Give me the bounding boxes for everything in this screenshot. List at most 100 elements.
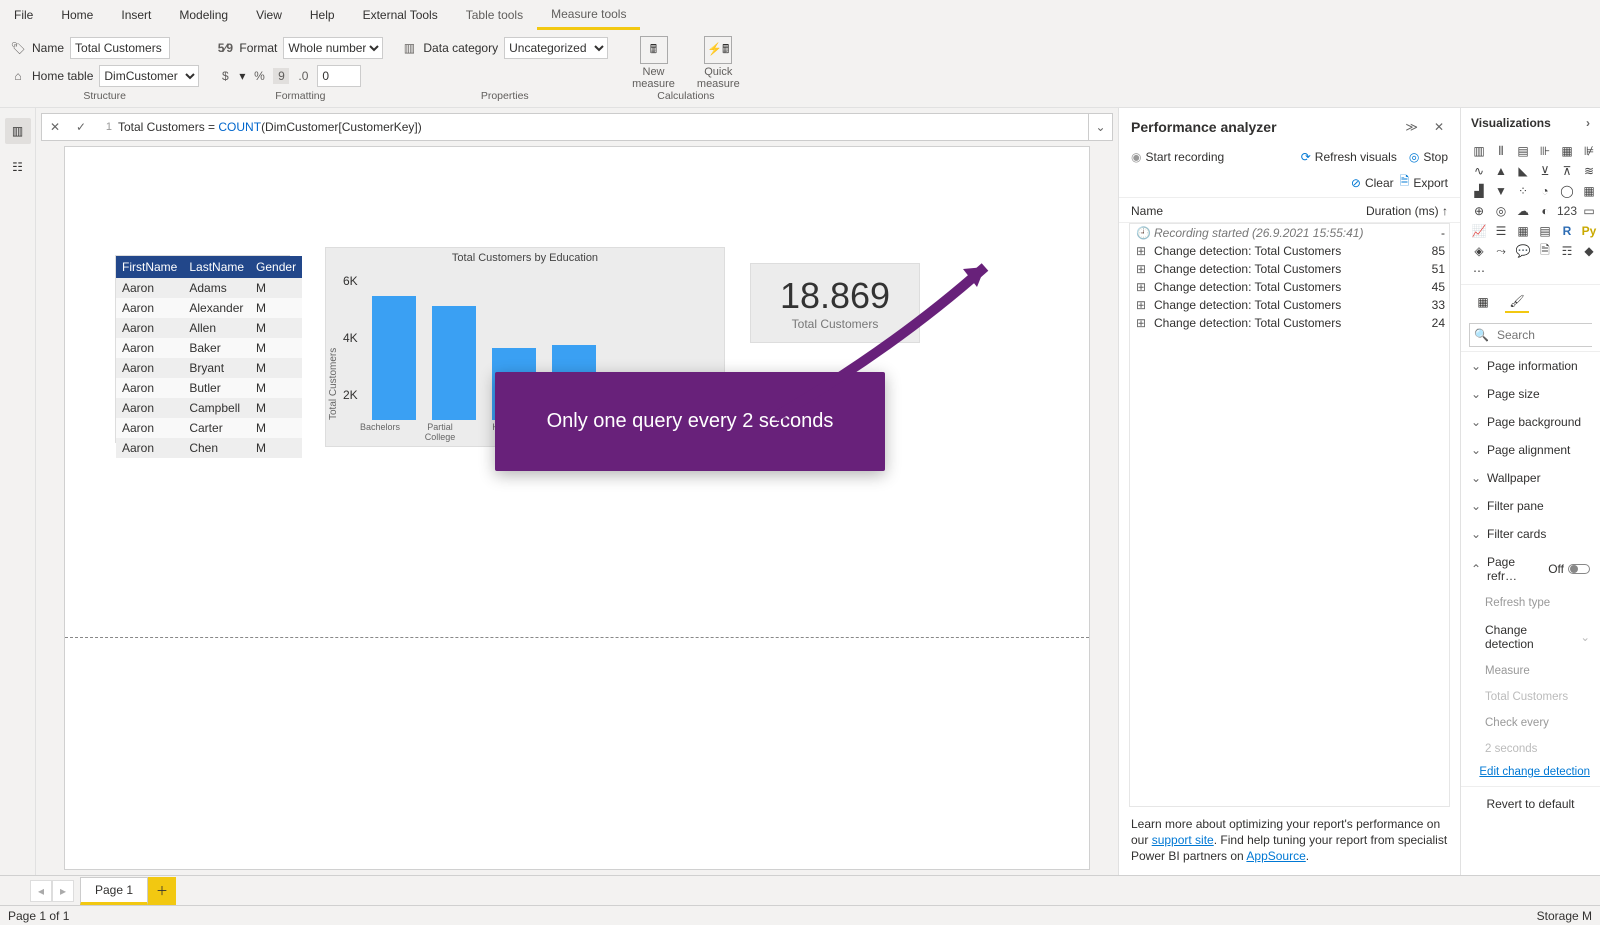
edit-change-detection-link[interactable]: Edit change detection [1461, 762, 1600, 786]
decimals-input[interactable] [317, 65, 361, 87]
fields-pane-button[interactable]: ▦ [1471, 291, 1495, 313]
vis-matrix-icon[interactable]: ▤ [1535, 222, 1555, 240]
formula-input[interactable]: Total Customers = COUNT(DimCustomer[Cust… [112, 120, 1088, 134]
formula-expand-button[interactable]: ⌄ [1088, 114, 1112, 140]
menu-help[interactable]: Help [296, 0, 349, 30]
vis-powerapps-icon[interactable]: ◆ [1579, 242, 1599, 260]
menu-measure-tools[interactable]: Measure tools [537, 0, 640, 30]
perf-result-row[interactable]: ⊞Change detection: Total Customers85 [1130, 242, 1449, 260]
table-row[interactable]: AaronAlexanderM [116, 298, 302, 318]
vis-ribbon-icon[interactable]: ≋ [1579, 162, 1599, 180]
format-select[interactable]: Whole number [283, 37, 383, 59]
vis-py-icon[interactable]: Py [1579, 222, 1599, 240]
add-page-button[interactable]: ＋ [148, 877, 176, 905]
vis-narrative-icon[interactable]: 🗎 [1535, 242, 1555, 260]
page-tab-1[interactable]: Page 1 [80, 877, 148, 905]
vis-map-icon[interactable]: ⊕ [1469, 202, 1489, 220]
menu-modeling[interactable]: Modeling [165, 0, 242, 30]
vis-slicer-icon[interactable]: ☰ [1491, 222, 1511, 240]
vis-qna-icon[interactable]: 💬 [1513, 242, 1533, 260]
name-input[interactable] [70, 37, 170, 59]
table-row[interactable]: AaronBakerM [116, 338, 302, 358]
menu-table-tools[interactable]: Table tools [452, 0, 537, 30]
vis-clustered-bar-icon[interactable]: ▤ [1513, 142, 1533, 160]
vis-combo1-icon[interactable]: ⊻ [1535, 162, 1555, 180]
vis-stacked-bar-icon[interactable]: ▥ [1469, 142, 1489, 160]
perf-result-row[interactable]: ⊞Change detection: Total Customers45 [1130, 278, 1449, 296]
col-gender[interactable]: Gender [250, 256, 302, 278]
menu-home[interactable]: Home [47, 0, 107, 30]
section-wallpaper[interactable]: ⌄Wallpaper [1461, 464, 1600, 492]
expand-icon[interactable]: ⊞ [1136, 262, 1148, 276]
table-row[interactable]: AaronChenM [116, 438, 302, 458]
chart-bar[interactable] [432, 306, 476, 420]
perf-stop-button[interactable]: ◎ Stop [1409, 150, 1448, 164]
perf-collapse-button[interactable]: ≫ [1401, 118, 1422, 136]
vis-scatter-icon[interactable]: ⁘ [1513, 182, 1533, 200]
vis-stacked-column-icon[interactable]: ⫴ [1491, 142, 1511, 160]
vis-filled-map-icon[interactable]: ◎ [1491, 202, 1511, 220]
chart-bar[interactable] [372, 296, 416, 420]
menu-view[interactable]: View [242, 0, 296, 30]
appsource-link[interactable]: AppSource [1246, 849, 1305, 863]
section-filter-pane[interactable]: ⌄Filter pane [1461, 492, 1600, 520]
vis-100-bar-icon[interactable]: ▦ [1557, 142, 1577, 160]
expand-icon[interactable]: ⊞ [1136, 280, 1148, 294]
quick-measure-button[interactable]: ⚡🖩 Quick measure [691, 36, 746, 90]
perf-refresh-button[interactable]: ⟳ Refresh visuals [1301, 150, 1397, 164]
vis-r-icon[interactable]: R [1557, 222, 1577, 240]
col-firstname[interactable]: FirstName [116, 256, 183, 278]
expand-icon[interactable]: ⊞ [1136, 316, 1148, 330]
expand-icon[interactable]: ⊞ [1136, 298, 1148, 312]
vis-combo2-icon[interactable]: ⊼ [1557, 162, 1577, 180]
perf-export-button[interactable]: 🗎 Export [1400, 172, 1448, 193]
support-site-link[interactable]: support site [1152, 833, 1214, 847]
vis-gauge-icon[interactable]: ◐ [1535, 202, 1555, 220]
formula-cancel-button[interactable]: ✕ [42, 114, 68, 140]
vis-paginated-icon[interactable]: ☶ [1557, 242, 1577, 260]
table-row[interactable]: AaronButlerM [116, 378, 302, 398]
section-page-size[interactable]: ⌄Page size [1461, 380, 1600, 408]
vis-donut-icon[interactable]: ◯ [1557, 182, 1577, 200]
new-measure-button[interactable]: 🖩 New measure [626, 36, 681, 90]
vis-stacked-area-icon[interactable]: ◣ [1513, 162, 1533, 180]
vis-treemap-icon[interactable]: ▦ [1579, 182, 1599, 200]
format-pane-button[interactable]: 🖌 [1505, 291, 1529, 313]
report-canvas[interactable]: ◁ Filters FirstName LastName Gender Aaro… [64, 146, 1090, 870]
revert-to-default-button[interactable]: Revert to default [1461, 786, 1600, 821]
vis-card-icon[interactable]: 123 [1557, 202, 1577, 220]
hometable-select[interactable]: DimCustomer [99, 65, 199, 87]
vis-key-infl-icon[interactable]: ◈ [1469, 242, 1489, 260]
vis-decomp-icon[interactable]: ⤳ [1491, 242, 1511, 260]
section-filter-cards[interactable]: ⌄Filter cards [1461, 520, 1600, 548]
perf-close-button[interactable]: ✕ [1430, 118, 1448, 136]
visual-table[interactable]: FirstName LastName Gender AaronAdamsMAar… [115, 255, 290, 443]
vis-shape-map-icon[interactable]: ☁ [1513, 202, 1533, 220]
vis-area-icon[interactable]: ▲ [1491, 162, 1511, 180]
expand-icon[interactable]: ⊞ [1136, 244, 1148, 258]
vis-kpi-icon[interactable]: 📈 [1469, 222, 1489, 240]
currency-button[interactable]: $ [217, 68, 233, 84]
report-view-button[interactable]: ▥ [5, 118, 31, 144]
menu-insert[interactable]: Insert [107, 0, 165, 30]
section-page-refresh[interactable]: ⌃Page refr… Off [1461, 548, 1600, 590]
perf-clear-button[interactable]: ⊘ Clear [1351, 176, 1394, 190]
perf-col-duration[interactable]: Duration (ms) ↑ [1358, 204, 1448, 218]
table-row[interactable]: AaronAdamsM [116, 278, 302, 298]
vis-pie-icon[interactable]: ◔ [1535, 182, 1555, 200]
section-page-background[interactable]: ⌄Page background [1461, 408, 1600, 436]
perf-col-name[interactable]: Name [1131, 204, 1358, 218]
format-search-input[interactable] [1493, 324, 1600, 346]
percent-button[interactable]: % [251, 68, 267, 84]
section-page-alignment[interactable]: ⌄Page alignment [1461, 436, 1600, 464]
table-row[interactable]: AaronAllenM [116, 318, 302, 338]
tab-prev-button[interactable]: ◂ [30, 880, 52, 902]
page-refresh-toggle[interactable]: Off [1548, 562, 1590, 576]
vis-panel-expand-button[interactable]: › [1586, 116, 1590, 130]
col-lastname[interactable]: LastName [183, 256, 250, 278]
vis-multi-card-icon[interactable]: ▭ [1579, 202, 1599, 220]
vis-clustered-column-icon[interactable]: ⊪ [1535, 142, 1555, 160]
vis-funnel-icon[interactable]: ▼ [1491, 182, 1511, 200]
refresh-type-value[interactable]: Change detection ⌄ [1461, 616, 1600, 658]
vis-line-icon[interactable]: ∿ [1469, 162, 1489, 180]
